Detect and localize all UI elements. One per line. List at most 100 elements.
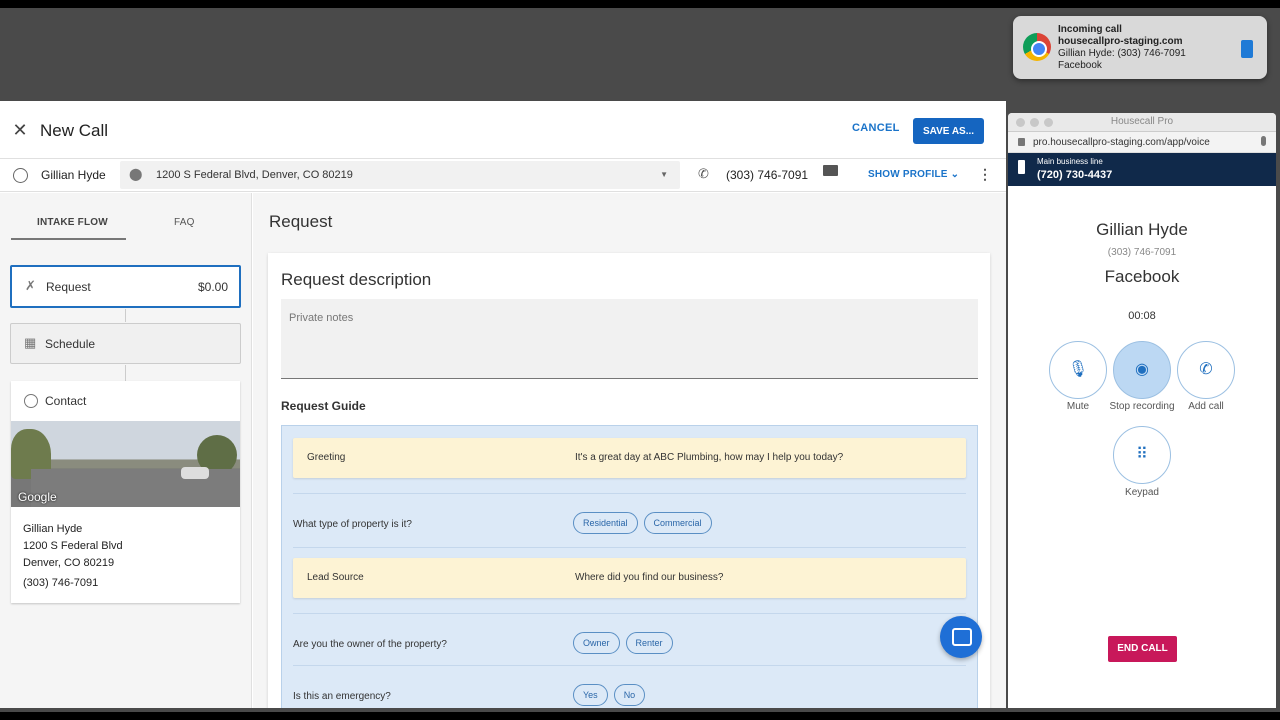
call-timer: 00:08 — [1128, 310, 1156, 322]
request-card: Request description Private notes Reques… — [268, 253, 990, 708]
phone-icon: ✆ — [698, 166, 709, 181]
active-tab-indicator — [11, 238, 126, 240]
chrome-icon — [1023, 33, 1051, 61]
guide-row-lead-source: Lead Source Where did you find our busin… — [293, 558, 966, 598]
email-icon[interactable] — [823, 165, 838, 176]
more-options-icon[interactable]: ⋮ — [978, 166, 992, 183]
customer-name[interactable]: Gillian Hyde — [41, 168, 106, 182]
microphone-icon: 🎙 — [1067, 361, 1089, 378]
request-guide: Greeting It's a great day at ABC Plumbin… — [281, 425, 978, 708]
notification-title: Incoming call — [1058, 24, 1122, 35]
step-connector — [125, 365, 126, 381]
caller-source: Facebook — [1104, 267, 1180, 286]
notification-domain: housecallpro-staging.com — [1058, 36, 1183, 47]
tools-icon: ✗ — [25, 278, 36, 293]
step-request[interactable]: ✗ Request $0.00 — [10, 265, 241, 308]
contact-city: Denver, CO 80219 — [23, 557, 115, 569]
add-call-icon: ✆ — [1199, 361, 1213, 378]
page-title: New Call — [40, 121, 109, 140]
keypad-button[interactable]: ⠿ — [1113, 426, 1171, 484]
notification-source: Facebook — [1058, 60, 1102, 71]
option-yes[interactable]: Yes — [573, 684, 608, 706]
show-profile-button[interactable]: SHOW PROFILE ⌄ — [868, 169, 959, 180]
mute-button[interactable]: 🎙 — [1049, 341, 1107, 399]
contact-address-block: Gillian Hyde 1200 S Federal Blvd Denver,… — [23, 521, 123, 572]
customer-face-icon — [24, 394, 38, 408]
caller-name: Gillian Hyde — [1096, 220, 1188, 239]
option-residential[interactable]: Residential — [573, 512, 638, 534]
phone-device-icon — [1018, 160, 1025, 174]
business-line-bar: Main business line (720) 730-4437 — [1008, 153, 1276, 186]
street-view-image[interactable]: Google — [11, 421, 240, 507]
chevron-down-icon: ▼ — [660, 170, 668, 179]
voice-url: pro.housecallpro-staging.com/app/voice — [1033, 137, 1210, 148]
contact-street: 1200 S Federal Blvd — [23, 540, 123, 552]
guide-question: Is this an emergency? — [293, 691, 391, 702]
voice-window: Housecall Pro pro.housecallpro-staging.c… — [1008, 113, 1276, 708]
step-request-price: $0.00 — [197, 280, 228, 294]
customer-phone[interactable]: (303) 746-7091 — [726, 168, 808, 182]
lock-icon — [1018, 138, 1025, 146]
new-call-window: ✕ New Call CANCEL SAVE AS... Gillian Hyd… — [0, 101, 1006, 708]
record-icon: ◉ — [1135, 361, 1149, 378]
voice-url-bar[interactable]: pro.housecallpro-staging.com/app/voice — [1008, 132, 1276, 153]
close-icon[interactable]: ✕ — [12, 121, 28, 139]
step-schedule-label: Schedule — [45, 337, 96, 351]
business-line-label: Main business line — [1037, 157, 1103, 166]
tab-intake-flow[interactable]: INTAKE FLOW — [37, 217, 108, 228]
keypad-icon: ⠿ — [1136, 446, 1148, 463]
customer-bar: Gillian Hyde ⬤ 1200 S Federal Blvd, Denv… — [0, 159, 1006, 192]
step-request-label: Request — [46, 280, 91, 294]
chevron-down-icon: ⌄ — [950, 169, 960, 180]
option-commercial[interactable]: Commercial — [643, 512, 712, 534]
guide-row-property-type: What type of property is it? Residential… — [293, 505, 966, 541]
address-select[interactable]: ⬤ 1200 S Federal Blvd, Denver, CO 80219 … — [120, 161, 680, 189]
header: ✕ New Call CANCEL SAVE AS... — [0, 101, 1006, 159]
contact-label: Contact — [45, 394, 87, 408]
add-call-button[interactable]: ✆ — [1177, 341, 1235, 399]
section-title: Request — [269, 212, 333, 231]
step-connector — [125, 309, 126, 322]
request-guide-title: Request Guide — [281, 399, 366, 413]
private-notes-placeholder: Private notes — [289, 312, 354, 324]
stop-recording-button[interactable]: ◉ — [1113, 341, 1171, 399]
show-profile-label: SHOW PROFILE — [868, 169, 948, 180]
sidebar-tabs: INTAKE FLOW FAQ — [11, 193, 241, 241]
housecall-app-icon — [1241, 40, 1253, 58]
guide-question: Are you the owner of the property? — [293, 639, 447, 650]
location-pin-icon: ⬤ — [129, 167, 143, 181]
contact-phone: (303) 746-7091 — [23, 577, 99, 589]
main-content: Request Request description Private note… — [253, 193, 1006, 708]
option-no[interactable]: No — [613, 684, 646, 706]
guide-row-emergency: Is this an emergency? Yes No — [293, 677, 966, 708]
address-value: 1200 S Federal Blvd, Denver, CO 80219 — [156, 169, 353, 181]
keypad-label: Keypad — [1125, 487, 1159, 498]
cancel-button[interactable]: CANCEL — [852, 122, 900, 134]
customer-face-icon — [13, 168, 28, 183]
guide-question: Lead Source — [307, 572, 364, 583]
private-notes-field[interactable]: Private notes — [281, 299, 978, 379]
caller-number: (303) 746-7091 — [1107, 247, 1177, 258]
guide-question: What type of property is it? — [293, 519, 412, 530]
guide-row-owner: Are you the owner of the property? Owner… — [293, 625, 966, 661]
guide-row-greeting: Greeting It's a great day at ABC Plumbin… — [293, 438, 966, 478]
guide-question: Greeting — [307, 452, 346, 463]
chat-icon[interactable] — [940, 616, 982, 658]
voice-window-title: Housecall Pro — [1110, 116, 1174, 127]
add-call-label: Add call — [1188, 401, 1224, 412]
guide-answer: Where did you find our business? — [575, 572, 724, 583]
save-as-button[interactable]: SAVE AS... — [913, 118, 984, 144]
step-schedule[interactable]: ▦ Schedule — [10, 323, 241, 364]
contact-name: Gillian Hyde — [23, 523, 83, 535]
option-owner[interactable]: Owner — [573, 632, 620, 654]
microphone-icon — [1261, 136, 1266, 146]
option-renter[interactable]: Renter — [625, 632, 673, 654]
end-call-button[interactable]: END CALL — [1108, 636, 1177, 662]
business-line-number: (720) 730-4437 — [1037, 169, 1113, 181]
guide-answer: It's a great day at ABC Plumbing, how ma… — [575, 452, 844, 463]
google-logo: Google — [18, 490, 57, 504]
incoming-call-notification[interactable]: Incoming call housecallpro-staging.com G… — [1013, 16, 1267, 79]
contact-header: Contact — [11, 381, 240, 421]
contact-card[interactable]: Contact Google Gillian Hyde 1200 S Feder… — [11, 381, 240, 603]
tab-faq[interactable]: FAQ — [174, 217, 195, 228]
